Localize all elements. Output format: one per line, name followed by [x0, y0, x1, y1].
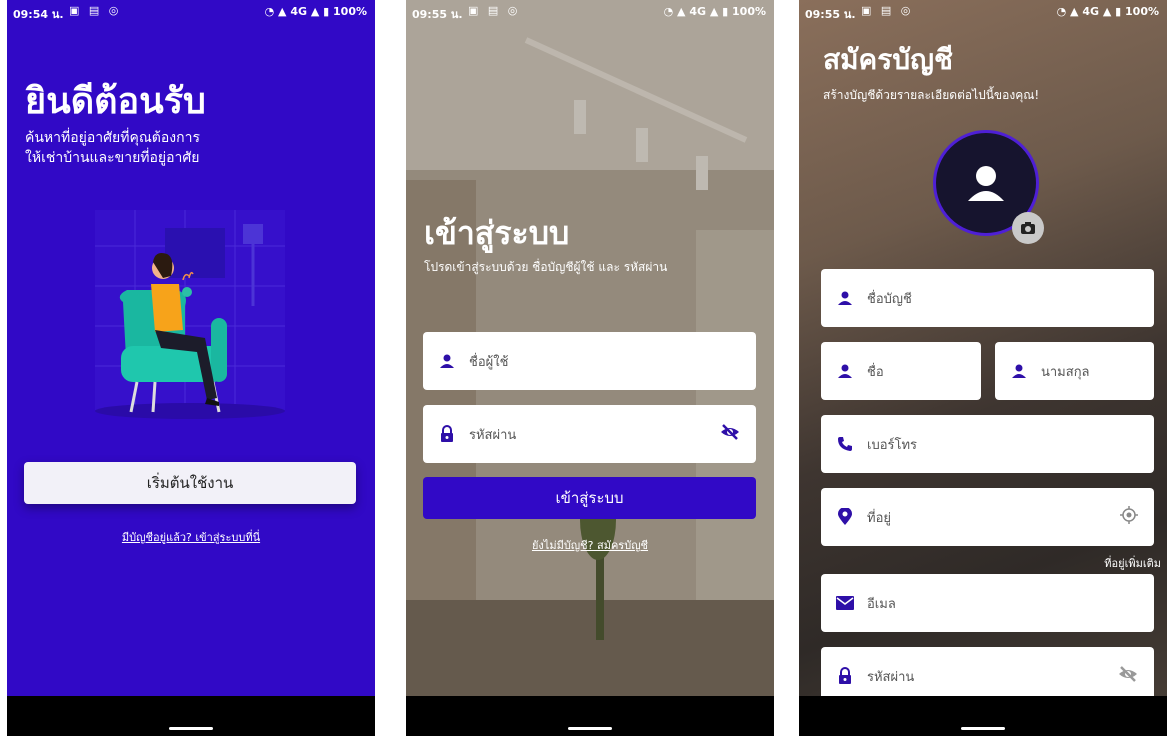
eye-off-icon[interactable] — [1118, 666, 1138, 686]
register-screen: 09:55 น. ▣ ▤ ◎ ◔ ▲ 4G ▲ ▮ 100% สมัครบัญช… — [799, 0, 1167, 736]
phone-field[interactable]: เบอร์โทร — [821, 415, 1154, 473]
lock-icon — [835, 667, 855, 685]
login-title: เข้าสู่ระบบ — [424, 214, 570, 252]
password-placeholder: รหัสผ่าน — [867, 669, 915, 685]
welcome-subtitle: ค้นหาที่อยู่อาศัยที่คุณต้องการ ให้เช่าบ้… — [25, 128, 345, 168]
battery-label: 100% — [1125, 5, 1159, 18]
register-link[interactable]: ยังไม่มีบัญชี? สมัครบัญชี — [406, 536, 774, 554]
username-field[interactable]: ชื่อผู้ใช้ — [423, 332, 756, 390]
account-name-field[interactable]: ชื่อบัญชี — [821, 269, 1154, 327]
password-placeholder: รหัสผ่าน — [469, 427, 517, 443]
network-label: 4G — [1082, 5, 1099, 18]
welcome-title: ยินดีต้อนรับ — [25, 81, 206, 122]
battery-label: 100% — [333, 5, 367, 18]
person-icon — [1009, 363, 1029, 379]
status-time: 09:54 น. — [13, 8, 64, 21]
status-right: ◔ ▲ 4G ▲ ▮ 100% — [1056, 5, 1159, 18]
system-nav-bar — [799, 696, 1167, 736]
notification-icons: ▣ ▤ ◎ — [861, 4, 914, 17]
my-location-icon[interactable] — [1120, 506, 1138, 528]
notification-icons: ▣ ▤ ◎ — [69, 4, 122, 17]
login-button[interactable]: เข้าสู่ระบบ — [423, 477, 756, 519]
person-icon — [835, 290, 855, 306]
mail-icon — [835, 596, 855, 610]
login-subtitle: โปรดเข้าสู่ระบบด้วย ชื่อบัญชีผู้ใช้ และ … — [424, 260, 668, 274]
email-placeholder: อีเมล — [867, 596, 896, 612]
person-icon — [835, 363, 855, 379]
lock-icon — [437, 425, 457, 443]
login-link[interactable]: มีบัญชีอยู่แล้ว? เข้าสู่ระบบที่นี่ — [7, 528, 375, 546]
add-photo-camera-icon[interactable] — [1012, 212, 1044, 244]
register-title: สมัครบัญชี — [823, 43, 953, 76]
status-time: 09:55 น. — [412, 8, 463, 21]
battery-label: 100% — [732, 5, 766, 18]
phone-placeholder: เบอร์โทร — [867, 437, 918, 453]
location-pin-icon — [835, 508, 855, 526]
status-bar: 09:55 น. ▣ ▤ ◎ ◔ ▲ 4G ▲ ▮ 100% — [799, 0, 1167, 22]
notification-icons: ▣ ▤ ◎ — [468, 4, 521, 17]
start-button[interactable]: เริ่มต้นใช้งาน — [24, 462, 356, 504]
address-placeholder: ที่อยู่ — [867, 510, 891, 526]
system-nav-bar — [406, 696, 774, 736]
eye-off-icon[interactable] — [720, 424, 740, 444]
welcome-subtitle-line2: ให้เช่าบ้านและขายที่อยู่อาศัย — [25, 150, 200, 166]
username-placeholder: ชื่อผู้ใช้ — [469, 354, 509, 370]
first-name-placeholder: ชื่อ — [867, 364, 884, 380]
home-gesture-pill[interactable] — [961, 727, 1005, 730]
system-nav-bar — [7, 696, 375, 736]
more-address-link[interactable]: ที่อยู่เพิ่มเติม — [1104, 554, 1161, 572]
status-bar: 09:54 น. ▣ ▤ ◎ ◔ ▲ 4G ▲ ▮ 100% — [7, 0, 375, 22]
register-subtitle: สร้างบัญชีด้วยรายละเอียดต่อไปนี้ของคุณ! — [823, 88, 1040, 102]
status-right: ◔ ▲ 4G ▲ ▮ 100% — [264, 5, 367, 18]
home-gesture-pill[interactable] — [568, 727, 612, 730]
address-field[interactable]: ที่อยู่ — [821, 488, 1154, 546]
woman-in-armchair-illustration — [95, 210, 285, 419]
home-gesture-pill[interactable] — [169, 727, 213, 730]
login-screen: 09:55 น. ▣ ▤ ◎ ◔ ▲ 4G ▲ ▮ 100% เข้าสู่ระ… — [406, 0, 774, 736]
status-bar: 09:55 น. ▣ ▤ ◎ ◔ ▲ 4G ▲ ▮ 100% — [406, 0, 774, 22]
password-field[interactable]: รหัสผ่าน — [423, 405, 756, 463]
status-right: ◔ ▲ 4G ▲ ▮ 100% — [663, 5, 766, 18]
last-name-field[interactable]: นามสกุล — [995, 342, 1154, 400]
email-field[interactable]: อีเมล — [821, 574, 1154, 632]
last-name-placeholder: นามสกุล — [1041, 364, 1090, 380]
network-label: 4G — [290, 5, 307, 18]
network-label: 4G — [689, 5, 706, 18]
account-name-placeholder: ชื่อบัญชี — [867, 291, 912, 307]
welcome-subtitle-line1: ค้นหาที่อยู่อาศัยที่คุณต้องการ — [25, 130, 200, 146]
phone-icon — [835, 436, 855, 452]
first-name-field[interactable]: ชื่อ — [821, 342, 981, 400]
status-time: 09:55 น. — [805, 8, 856, 21]
person-icon — [437, 353, 457, 369]
welcome-screen: 09:54 น. ▣ ▤ ◎ ◔ ▲ 4G ▲ ▮ 100% ยินดีต้อน… — [7, 0, 375, 736]
